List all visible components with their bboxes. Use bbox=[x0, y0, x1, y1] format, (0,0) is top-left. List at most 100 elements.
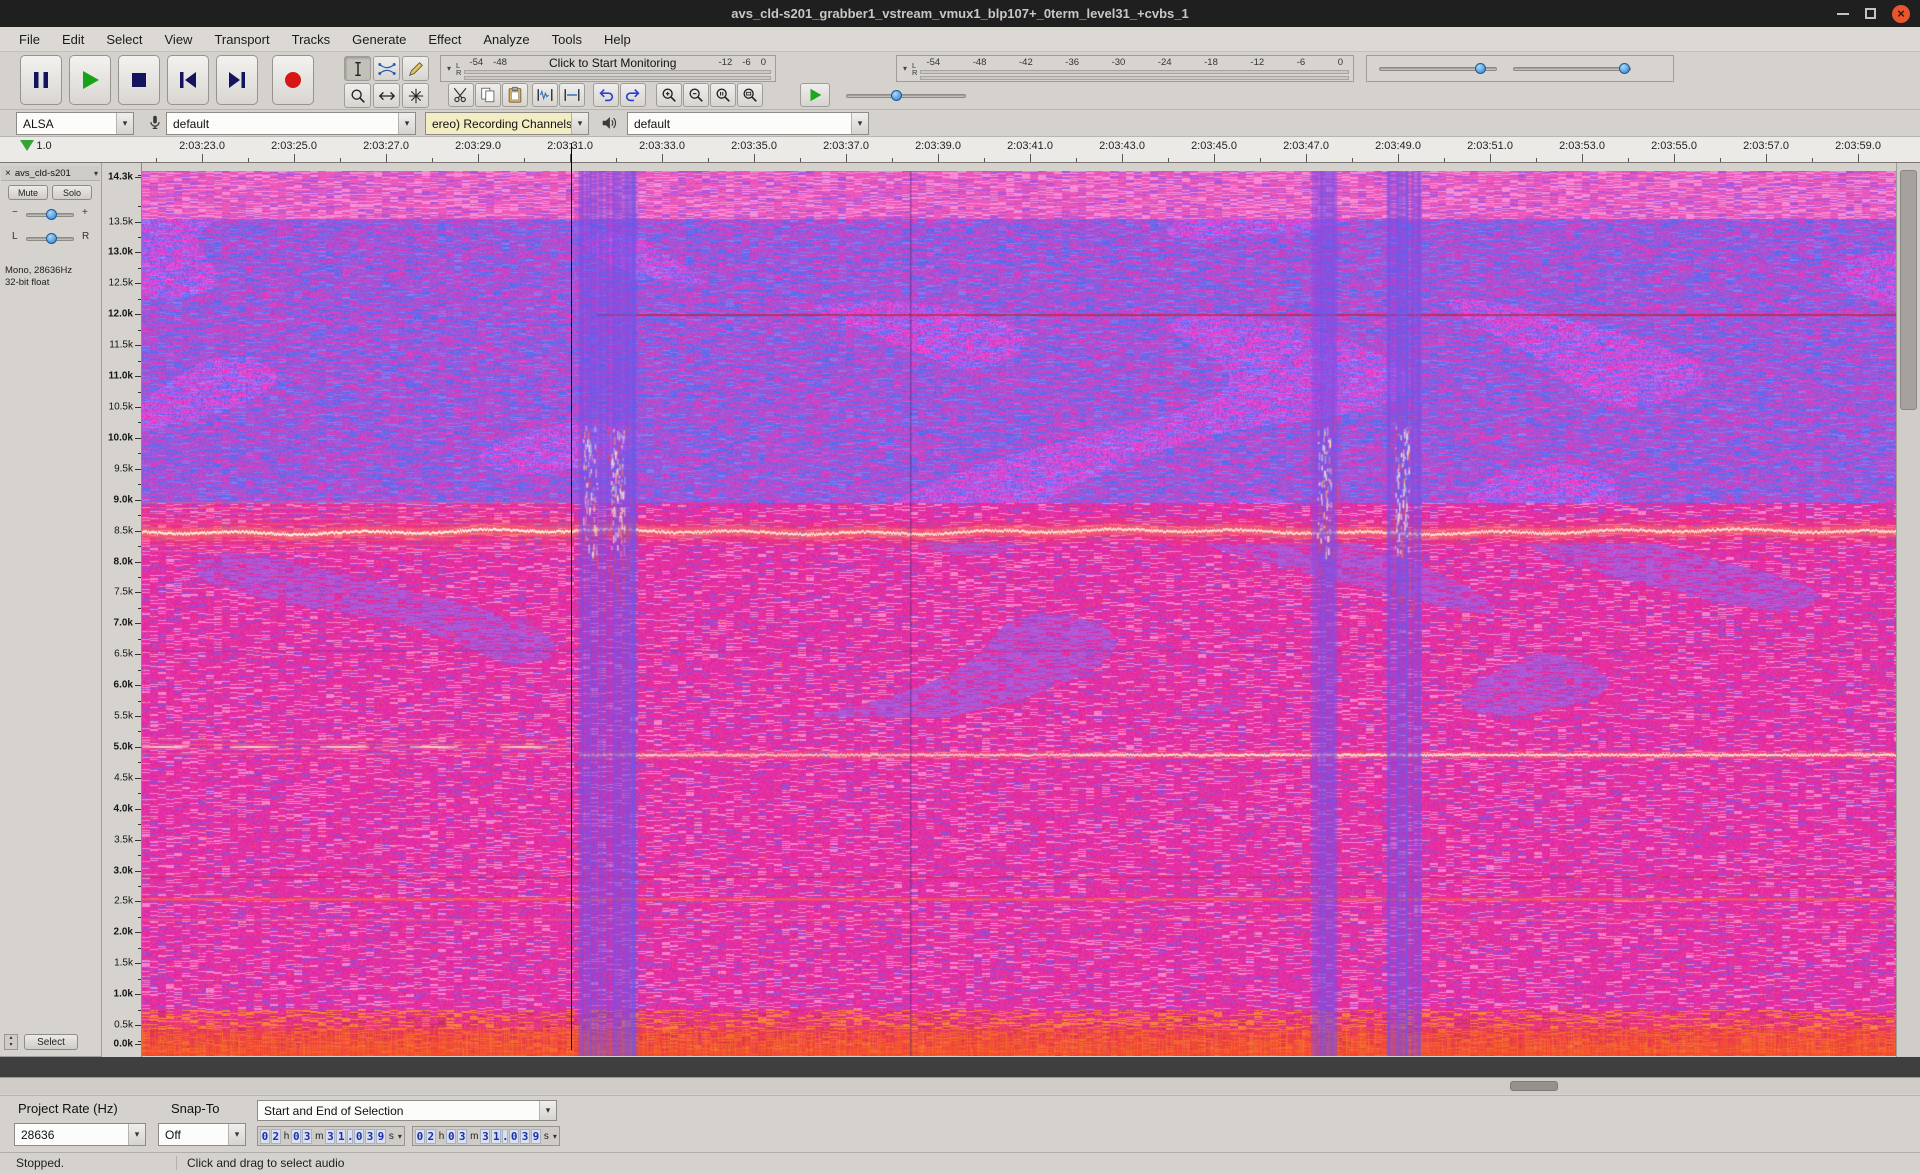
gain-slider[interactable] bbox=[26, 209, 74, 220]
time-digit[interactable]: 0 bbox=[415, 1128, 425, 1144]
selection-mode-dropdown[interactable]: Start and End of Selection ▾ bbox=[257, 1100, 557, 1121]
menu-item-generate[interactable]: Generate bbox=[341, 29, 417, 50]
time-digit[interactable]: 3 bbox=[365, 1128, 376, 1144]
time-digit[interactable]: 3 bbox=[457, 1128, 468, 1144]
track-title[interactable]: avs_cld-s201 bbox=[15, 168, 94, 179]
time-digit[interactable]: 3 bbox=[520, 1128, 531, 1144]
playback-device-dropdown[interactable]: default ▾ bbox=[627, 112, 869, 135]
project-rate-caret-icon[interactable]: ▾ bbox=[128, 1124, 145, 1145]
menu-item-edit[interactable]: Edit bbox=[51, 29, 95, 50]
menu-item-analyze[interactable]: Analyze bbox=[472, 29, 540, 50]
playback-device-dropdown-caret-icon[interactable]: ▾ bbox=[851, 113, 868, 134]
track-menu-caret-icon[interactable]: ▾ bbox=[94, 169, 100, 178]
time-digit[interactable]: 0 bbox=[260, 1128, 270, 1144]
multi-tool-button[interactable] bbox=[402, 83, 429, 108]
zoom-selection-button[interactable] bbox=[710, 83, 736, 107]
selection-mode-caret-icon[interactable]: ▾ bbox=[539, 1101, 556, 1120]
title-bar[interactable]: avs_cld-s201_grabber1_vstream_vmux1_blp1… bbox=[0, 0, 1920, 27]
spectrogram-canvas[interactable] bbox=[142, 171, 1896, 1056]
horizontal-scrollbar[interactable] bbox=[0, 1077, 1920, 1094]
selection-tool-button[interactable] bbox=[344, 56, 371, 81]
recording-volume-slider[interactable] bbox=[1379, 62, 1497, 74]
time-digit[interactable]: 9 bbox=[376, 1128, 386, 1144]
paste-button[interactable] bbox=[502, 83, 528, 107]
zoom-tool-button[interactable] bbox=[344, 83, 371, 108]
menu-item-select[interactable]: Select bbox=[95, 29, 153, 50]
draw-tool-button[interactable] bbox=[402, 56, 429, 81]
play-button[interactable] bbox=[69, 55, 111, 105]
recording-volume-thumb[interactable] bbox=[1475, 62, 1487, 74]
time-digit[interactable]: 1 bbox=[491, 1128, 502, 1144]
recording-device-dropdown-caret-icon[interactable]: ▾ bbox=[398, 113, 415, 134]
track-header[interactable]: × avs_cld-s201 ▾ bbox=[1, 166, 100, 181]
skip-to-end-button[interactable] bbox=[216, 55, 258, 105]
snap-to-dropdown[interactable]: Off ▾ bbox=[158, 1123, 246, 1146]
pan-slider[interactable] bbox=[26, 233, 74, 244]
record-meter-caret-icon[interactable]: ▾ bbox=[447, 64, 451, 73]
time-format-caret-icon[interactable]: ▾ bbox=[553, 1132, 557, 1141]
monitoring-message[interactable]: Click to Start Monitoring bbox=[512, 56, 714, 70]
pan-slider-thumb[interactable] bbox=[46, 233, 57, 244]
menu-item-view[interactable]: View bbox=[154, 29, 204, 50]
time-digit[interactable]: 0 bbox=[291, 1128, 302, 1144]
playback-meter[interactable]: ▾ L R -54 -48 -42 -36 -30 -24 -18 -12 -6 0 bbox=[896, 55, 1354, 82]
time-digit[interactable]: . bbox=[502, 1128, 509, 1144]
time-digit[interactable]: 2 bbox=[270, 1128, 281, 1144]
record-button[interactable] bbox=[272, 55, 314, 105]
zoom-in-button[interactable] bbox=[656, 83, 682, 107]
track-select-button[interactable]: Select bbox=[24, 1034, 78, 1050]
audio-host-dropdown[interactable]: ALSA ▾ bbox=[16, 112, 134, 135]
menu-item-help[interactable]: Help bbox=[593, 29, 642, 50]
mute-button[interactable]: Mute bbox=[8, 185, 48, 200]
recording-channels-dropdown[interactable]: ereo) Recording Channels ▾ bbox=[425, 112, 589, 135]
time-format-caret-icon[interactable]: ▾ bbox=[398, 1132, 402, 1141]
time-digit[interactable]: 9 bbox=[531, 1128, 541, 1144]
redo-button[interactable] bbox=[620, 83, 646, 107]
trim-audio-button[interactable] bbox=[532, 83, 558, 107]
cut-button[interactable] bbox=[448, 83, 474, 107]
audio-host-dropdown-caret-icon[interactable]: ▾ bbox=[116, 113, 133, 134]
copy-button[interactable] bbox=[475, 83, 501, 107]
close-icon[interactable]: × bbox=[1892, 4, 1910, 23]
timeline-ruler[interactable]: 1.0 2:03:23.0 2:03:25.0 2:03:27.0 2:03:29.0 2… bbox=[0, 137, 1920, 163]
undo-button[interactable] bbox=[593, 83, 619, 107]
recording-channels-dropdown-caret-icon[interactable]: ▾ bbox=[571, 113, 588, 134]
pause-button[interactable] bbox=[20, 55, 62, 105]
time-digit[interactable]: 1 bbox=[336, 1128, 347, 1144]
close-track-icon[interactable]: × bbox=[1, 168, 15, 179]
vertical-scrollbar-thumb[interactable] bbox=[1900, 170, 1917, 410]
zoom-project-button[interactable] bbox=[737, 83, 763, 107]
silence-audio-button[interactable] bbox=[559, 83, 585, 107]
skip-to-start-button[interactable] bbox=[167, 55, 209, 105]
menu-item-tracks[interactable]: Tracks bbox=[281, 29, 342, 50]
solo-button[interactable]: Solo bbox=[52, 185, 92, 200]
time-digit[interactable]: 3 bbox=[325, 1128, 336, 1144]
gain-slider-thumb[interactable] bbox=[46, 209, 57, 220]
minimize-icon[interactable] bbox=[1837, 12, 1849, 15]
maximize-icon[interactable] bbox=[1865, 8, 1876, 19]
menu-item-file[interactable]: File bbox=[8, 29, 51, 50]
time-digit[interactable]: 2 bbox=[425, 1128, 436, 1144]
menu-item-tools[interactable]: Tools bbox=[541, 29, 593, 50]
snap-to-caret-icon[interactable]: ▾ bbox=[228, 1124, 245, 1145]
time-digit[interactable]: 3 bbox=[302, 1128, 313, 1144]
menu-item-transport[interactable]: Transport bbox=[203, 29, 280, 50]
horizontal-scrollbar-thumb[interactable] bbox=[1510, 1081, 1558, 1091]
timeline-pin-icon[interactable] bbox=[20, 140, 34, 151]
time-digit[interactable]: 0 bbox=[446, 1128, 457, 1144]
selection-start-field[interactable]: 0 2 h 0 3 m 3 1. 0 3 9 s ▾ bbox=[257, 1126, 405, 1146]
envelope-tool-button[interactable] bbox=[373, 56, 400, 81]
time-digit[interactable]: 0 bbox=[509, 1128, 520, 1144]
track-collapse-icon[interactable]: ▴ ▾ bbox=[4, 1034, 18, 1050]
project-rate-dropdown[interactable]: 28636 ▾ bbox=[14, 1123, 146, 1146]
time-digit[interactable]: 0 bbox=[354, 1128, 365, 1144]
playback-volume-thumb[interactable] bbox=[1618, 62, 1630, 74]
time-digit[interactable]: . bbox=[347, 1128, 354, 1144]
recording-meter[interactable]: ▾ L R -54 -48 Click to Start Monitoring -12 -6 0 bbox=[440, 55, 776, 82]
timeshift-tool-button[interactable] bbox=[373, 83, 400, 108]
play-speed-slider[interactable] bbox=[846, 90, 966, 101]
play-speed-thumb[interactable] bbox=[891, 90, 902, 101]
stop-button[interactable] bbox=[118, 55, 160, 105]
time-digit[interactable]: 3 bbox=[480, 1128, 491, 1144]
frequency-ruler[interactable]: 14.3k 13.5k 13.0k 12.5k 12.0k 11.5k 11.0k 10.5k… bbox=[102, 163, 142, 1057]
